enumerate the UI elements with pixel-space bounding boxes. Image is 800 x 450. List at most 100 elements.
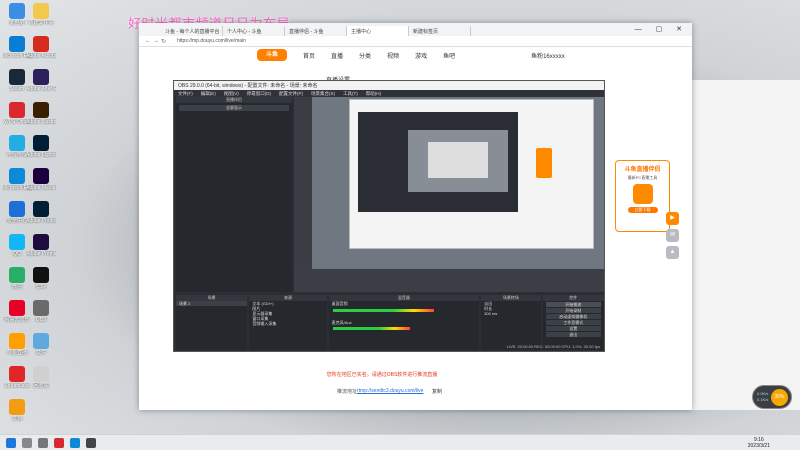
app-icon bbox=[9, 135, 25, 151]
app-icon bbox=[33, 300, 49, 316]
settings-button[interactable]: 设置 bbox=[545, 326, 602, 331]
menu-view[interactable]: 视图(V) bbox=[224, 91, 239, 96]
obs-preview[interactable] bbox=[294, 97, 604, 292]
transitions-dock: 场景转场 淡出 时长 300 ms bbox=[481, 295, 541, 350]
speed-text: 0.0K/s 0.1K/s bbox=[757, 391, 768, 403]
obs-window: OBS 29.0.0 (64-bit, windows) - 配置文件: 未命名… bbox=[173, 80, 605, 352]
desktop-icon[interactable]: Adobe Acrobat bbox=[26, 36, 56, 59]
desktop-icon[interactable]: Adobe Lightroom bbox=[26, 135, 56, 158]
virtual-camera-button[interactable]: 启动虚拟摄像机 bbox=[545, 314, 602, 319]
copy-button[interactable]: 复制 bbox=[432, 388, 442, 395]
promo-card[interactable]: 斗鱼直播伴侣 最新PC直播工具 立即下载 bbox=[615, 160, 670, 232]
promo-download-button[interactable]: 立即下载 bbox=[627, 207, 658, 213]
nav-live[interactable]: 直播 bbox=[331, 51, 343, 60]
menu-docks[interactable]: 停靠窗口(D) bbox=[247, 91, 271, 96]
nav-home[interactable]: 首页 bbox=[303, 51, 315, 60]
tab-profile[interactable]: 个人中心 - 斗鱼 bbox=[223, 26, 285, 36]
menu-tools[interactable]: 工具(T) bbox=[343, 91, 358, 96]
mixer-track-label: 麦克风/Aux bbox=[331, 320, 352, 325]
search-icon[interactable] bbox=[22, 437, 32, 448]
refresh-icon[interactable]: ↻ bbox=[161, 38, 169, 45]
exit-button[interactable]: 退出 bbox=[545, 332, 602, 337]
desktop-icon[interactable]: 文件 bbox=[26, 333, 56, 356]
app-taskbar-icon[interactable] bbox=[54, 437, 64, 448]
mixer-meter bbox=[332, 327, 410, 330]
menu-scene-collection[interactable]: 场景集合(S) bbox=[311, 91, 335, 96]
app-icon bbox=[33, 366, 49, 382]
desktop-icon-label: Adobe Lightroom bbox=[26, 152, 56, 158]
fullscreen-button[interactable]: 全屏显示 bbox=[179, 105, 289, 111]
memory-percent: 35% bbox=[771, 389, 788, 406]
tab-new[interactable]: 新建标签页 bbox=[409, 26, 471, 36]
studio-mode-button[interactable]: 工作室模式 bbox=[545, 320, 602, 325]
start-record-button[interactable]: 开始录制 bbox=[545, 308, 602, 313]
tab-companion[interactable]: 直播伴侣 - 斗鱼 bbox=[285, 26, 347, 36]
menu-help[interactable]: 帮助(H) bbox=[366, 91, 381, 96]
duration-field[interactable]: 300 ms bbox=[481, 311, 540, 316]
nav-category[interactable]: 分类 bbox=[359, 51, 371, 60]
desktop-icon-label: Adobe Acrobat bbox=[26, 53, 56, 59]
desktop-icon[interactable]: Adobe Media Encoder bbox=[26, 168, 56, 191]
preview-nested-promo bbox=[536, 148, 552, 178]
tab-bar: 斗鱼 - 每个人的直播平台 个人中心 - 斗鱼 直播伴侣 - 斗鱼 主播中心 新… bbox=[139, 23, 692, 36]
back-icon[interactable]: ← bbox=[145, 38, 153, 44]
obs-taskbar-icon[interactable] bbox=[86, 437, 96, 448]
forward-icon[interactable]: → bbox=[153, 38, 161, 44]
scene-item[interactable]: 场景 2 bbox=[176, 301, 248, 306]
nav-video[interactable]: 视频 bbox=[387, 51, 399, 60]
network-speed-widget[interactable]: 0.0K/s 0.1K/s 35% bbox=[752, 385, 792, 409]
desktop-icon[interactable]: Adobe Illustrator bbox=[26, 102, 56, 125]
task-view-icon[interactable] bbox=[38, 437, 48, 448]
side-feedback-icon[interactable]: ✉ bbox=[666, 229, 679, 242]
desktop-icon-label: Adobe Photoshop bbox=[26, 218, 56, 224]
url-field[interactable]: https://mp.douyu.com/live/main bbox=[177, 38, 246, 44]
app-icon bbox=[9, 36, 25, 52]
start-stream-button[interactable]: 开始推流 bbox=[545, 302, 602, 307]
desktop-icon-label: Adobe After Effects bbox=[26, 86, 56, 92]
desktop-icon[interactable]: Adobe Premiere bbox=[26, 234, 56, 257]
sources-dock: 来源 文本 (GDI+) 图片 显示器采集 窗口采集 音频输入采集 bbox=[249, 295, 327, 350]
nav-yuba[interactable]: 鱼吧 bbox=[443, 51, 455, 60]
desktop-icon[interactable]: OBS bbox=[26, 300, 56, 323]
clock-date: 2023/3/21 bbox=[747, 443, 770, 449]
nav-game[interactable]: 游戏 bbox=[415, 51, 427, 60]
tab-douyu[interactable]: 斗鱼 - 每个人的直播平台 bbox=[161, 26, 223, 36]
left-panel-header: 直播伴侣 bbox=[176, 97, 292, 103]
desktop-icon[interactable]: 文档 bbox=[2, 399, 32, 422]
desktop-icon[interactable]: Adobe Photoshop bbox=[26, 201, 56, 224]
menu-file[interactable]: 文件(F) bbox=[178, 91, 193, 96]
side-top-icon[interactable]: ▲ bbox=[666, 246, 679, 259]
menu-profile[interactable]: 配置文件(P) bbox=[279, 91, 303, 96]
window-controls[interactable]: — ▢ ✕ bbox=[635, 25, 688, 33]
app-icon bbox=[33, 333, 49, 349]
douyu-logo[interactable]: 斗鱼 bbox=[257, 49, 287, 61]
tab-streamer-center[interactable]: 主播中心 bbox=[347, 26, 409, 36]
desktop-icon[interactable]: 剪映 bbox=[26, 267, 56, 290]
desktop-icon[interactable]: Adobe After Effects bbox=[26, 69, 56, 92]
desktop-icon[interactable]: 新建文件夹 bbox=[26, 3, 56, 26]
app-icon bbox=[33, 234, 49, 250]
start-icon[interactable] bbox=[6, 437, 16, 448]
taskbar: 9:16 2023/3/21 bbox=[0, 434, 800, 450]
side-live-icon[interactable]: ▶ bbox=[666, 212, 679, 225]
clock[interactable]: 9:16 2023/3/21 bbox=[748, 437, 770, 449]
site-nav: 斗鱼 首页 直播 分类 视频 游戏 鱼吧 鱼粉16xxxxx bbox=[257, 49, 565, 61]
source-item[interactable]: 音频输入采集 bbox=[249, 321, 326, 326]
menu-edit[interactable]: 编辑(E) bbox=[201, 91, 216, 96]
push-url-link[interactable]: rtmp://sendtc3.douyu.com/live bbox=[357, 388, 423, 394]
app-icon bbox=[9, 102, 25, 118]
obs-docks: 场景 场景 2 来源 文本 (GDI+) 图片 显示器采集 窗口采集 音频输入采… bbox=[176, 295, 605, 350]
promo-subtitle: 最新PC直播工具 bbox=[627, 175, 658, 180]
download-speed: 0.1K/s bbox=[757, 397, 769, 402]
app-icon bbox=[9, 69, 25, 85]
edge-taskbar-icon[interactable] bbox=[70, 437, 80, 448]
app-icon bbox=[33, 3, 49, 19]
user-name[interactable]: 鱼粉16xxxxx bbox=[531, 51, 565, 60]
obs-status-bar: LIVE: 00:00:00 REC: 00:00:00 CPU: 1.0%, … bbox=[506, 344, 600, 349]
desktop-icon-label: 文件 bbox=[35, 350, 46, 356]
app-icon bbox=[9, 3, 25, 19]
desktop-icon-label: 剪映 bbox=[35, 284, 46, 290]
desktop-icon[interactable]: 回收站 bbox=[26, 366, 56, 389]
app-icon bbox=[33, 135, 49, 151]
page-notice: 您所在地区已实名，请通过OBS软件进行推流直播 bbox=[326, 372, 438, 378]
